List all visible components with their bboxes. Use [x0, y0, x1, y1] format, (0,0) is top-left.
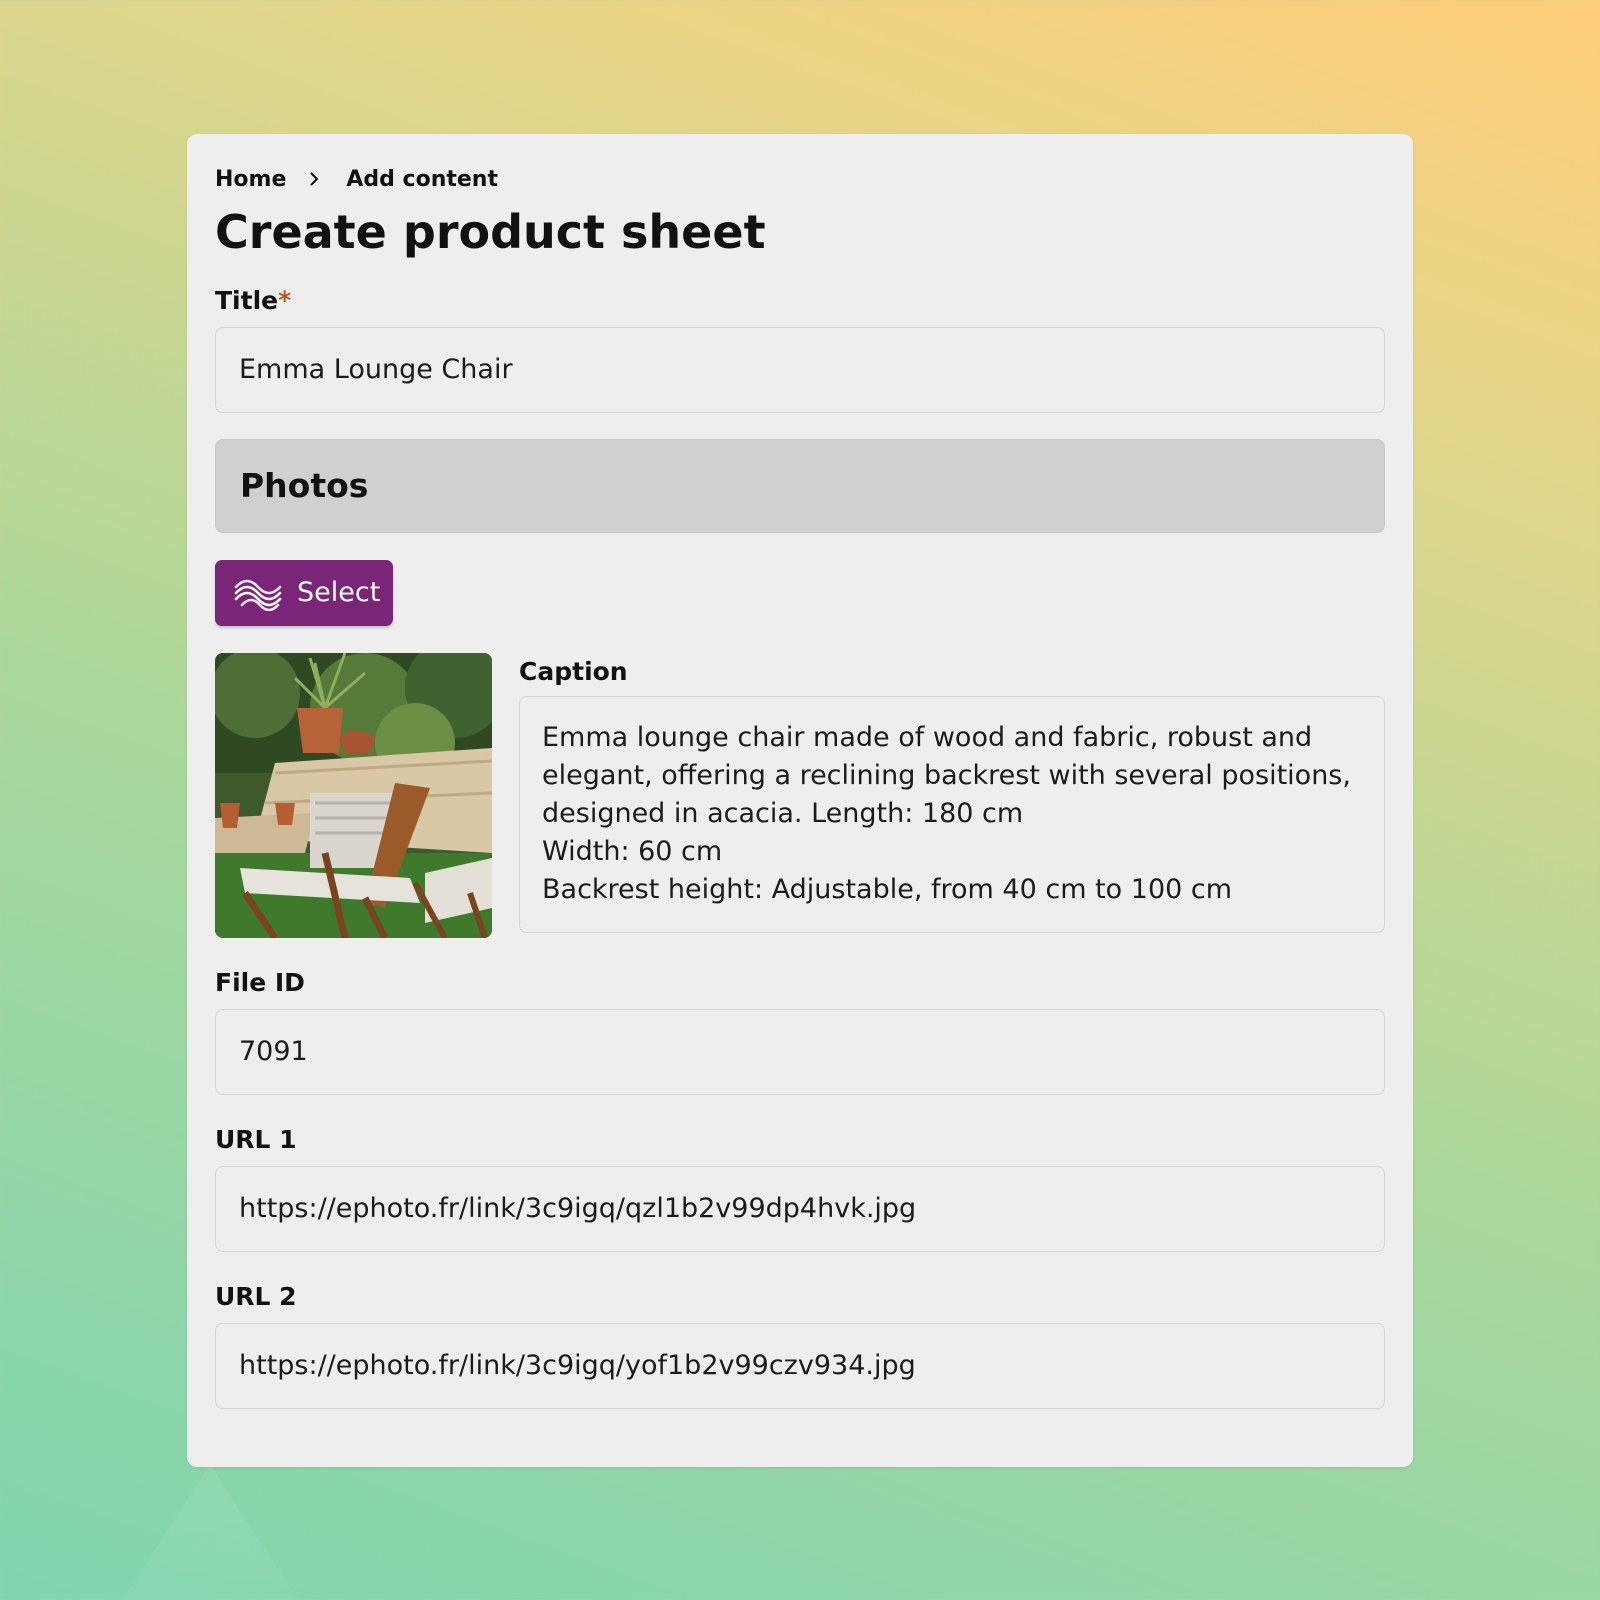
photo-item: Caption Emma lounge chair made of wood a… — [215, 652, 1385, 938]
required-mark: * — [278, 285, 292, 315]
file-id-input[interactable] — [215, 1008, 1385, 1095]
file-id-field-group: File ID — [215, 968, 1385, 1095]
title-field-group: Title* — [215, 286, 1385, 413]
url2-input[interactable] — [215, 1322, 1385, 1409]
wave-logo-icon — [233, 575, 283, 611]
background-shape — [80, 1465, 340, 1600]
select-photo-button[interactable]: Select — [215, 559, 393, 626]
breadcrumb-current[interactable]: Add content — [346, 167, 498, 192]
url2-label: URL 2 — [215, 1281, 297, 1311]
url2-field-group: URL 2 — [215, 1282, 1385, 1409]
caption-textarea[interactable]: Emma lounge chair made of wood and fabri… — [519, 695, 1385, 933]
url1-field-group: URL 1 — [215, 1125, 1385, 1252]
product-photo-thumbnail[interactable] — [215, 652, 492, 938]
breadcrumb-home-link[interactable]: Home — [215, 167, 286, 192]
url1-label: URL 1 — [215, 1124, 297, 1154]
caption-field-group: Caption Emma lounge chair made of wood a… — [519, 653, 1385, 938]
caption-label: Caption — [519, 656, 628, 686]
chevron-right-icon — [308, 171, 320, 187]
photos-section-header: Photos — [215, 438, 1385, 533]
breadcrumb: Home Add content — [215, 162, 1385, 196]
title-label-text: Title — [215, 285, 279, 315]
title-input[interactable] — [215, 326, 1385, 413]
file-id-label: File ID — [215, 967, 305, 997]
product-sheet-form: Home Add content Create product sheet Ti… — [187, 134, 1413, 1467]
select-button-label: Select — [297, 577, 381, 609]
page-title: Create product sheet — [215, 205, 766, 259]
title-label: Title* — [215, 286, 1385, 315]
url1-input[interactable] — [215, 1165, 1385, 1252]
